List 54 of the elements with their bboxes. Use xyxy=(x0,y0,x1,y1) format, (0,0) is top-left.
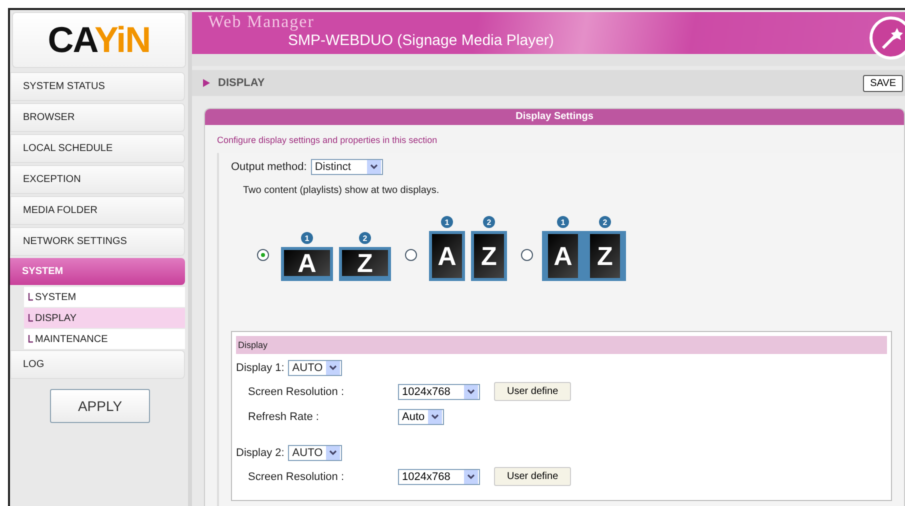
user-define-button[interactable]: User define xyxy=(494,382,572,401)
device-title: SMP-WEBDUO (Signage Media Player) xyxy=(288,32,555,49)
logo: CAYiN xyxy=(48,19,150,61)
screen-letter: A xyxy=(438,240,456,272)
save-button[interactable]: SAVE xyxy=(863,74,903,92)
menu-item[interactable]: EXCEPTION xyxy=(10,165,185,194)
radio-button[interactable] xyxy=(521,249,533,261)
submenu-item[interactable]: MAINTENANCE xyxy=(24,329,185,349)
magic-wand-icon xyxy=(869,16,905,60)
menu-item[interactable]: LOG xyxy=(10,350,185,379)
output-description: Two content (playlists) show at two displays. xyxy=(243,185,440,196)
dropdown[interactable]: Auto xyxy=(398,409,444,425)
dropdown[interactable]: 1024x768 xyxy=(398,384,480,400)
dropdown[interactable]: AUTO xyxy=(288,445,342,461)
number-badge: 1 xyxy=(441,216,453,228)
breadcrumb: DISPLAY xyxy=(218,77,265,89)
field-label: Screen Resolution : xyxy=(248,386,345,398)
radio-button[interactable] xyxy=(257,249,269,261)
screen-letter: Z xyxy=(597,240,613,272)
submenu-item[interactable]: DISPLAY xyxy=(24,308,185,328)
screen-letter: A xyxy=(298,248,316,278)
triangle-icon xyxy=(202,79,210,87)
apply-button[interactable]: APPLY xyxy=(50,389,150,423)
number-badge: 2 xyxy=(599,216,611,228)
dropdown[interactable]: AUTO xyxy=(288,360,342,376)
screen-letter: Z xyxy=(357,248,373,278)
section-header: Display xyxy=(236,336,887,354)
radio-button[interactable] xyxy=(405,249,417,261)
field-label: Screen Resolution : xyxy=(248,470,345,482)
tree-branch-icon xyxy=(28,314,34,322)
menu-item[interactable]: NETWORK SETTINGS xyxy=(10,227,185,256)
tree-branch-icon xyxy=(28,293,34,301)
dropdown[interactable]: 1024x768 xyxy=(398,468,480,484)
menu-item[interactable]: MEDIA FOLDER xyxy=(10,196,185,225)
menu-item[interactable]: LOCAL SCHEDULE xyxy=(10,134,185,163)
dropdown[interactable]: Distinct xyxy=(310,159,383,175)
field-label: Display 1: xyxy=(236,362,284,374)
app-title: Web Manager xyxy=(208,12,316,32)
panel-description: Configure display settings and properties in this section xyxy=(217,135,438,145)
menu-item[interactable]: SYSTEM STATUS xyxy=(10,72,185,101)
field-label: Display 2: xyxy=(236,447,284,459)
menu-item[interactable]: BROWSER xyxy=(10,103,185,132)
screen-letter: Z xyxy=(481,240,497,272)
number-badge: 1 xyxy=(557,216,569,228)
number-badge: 2 xyxy=(483,216,495,228)
panel-title: Display Settings xyxy=(205,109,904,125)
submenu-item[interactable]: SYSTEM xyxy=(24,287,185,307)
field-label: Output method: xyxy=(231,161,307,173)
number-badge: 1 xyxy=(301,232,313,244)
field-label: Refresh Rate : xyxy=(248,411,320,423)
tree-branch-icon xyxy=(28,335,34,343)
screen-letter: A xyxy=(554,240,572,272)
user-define-button[interactable]: User define xyxy=(494,467,572,486)
number-badge: 2 xyxy=(359,232,371,244)
